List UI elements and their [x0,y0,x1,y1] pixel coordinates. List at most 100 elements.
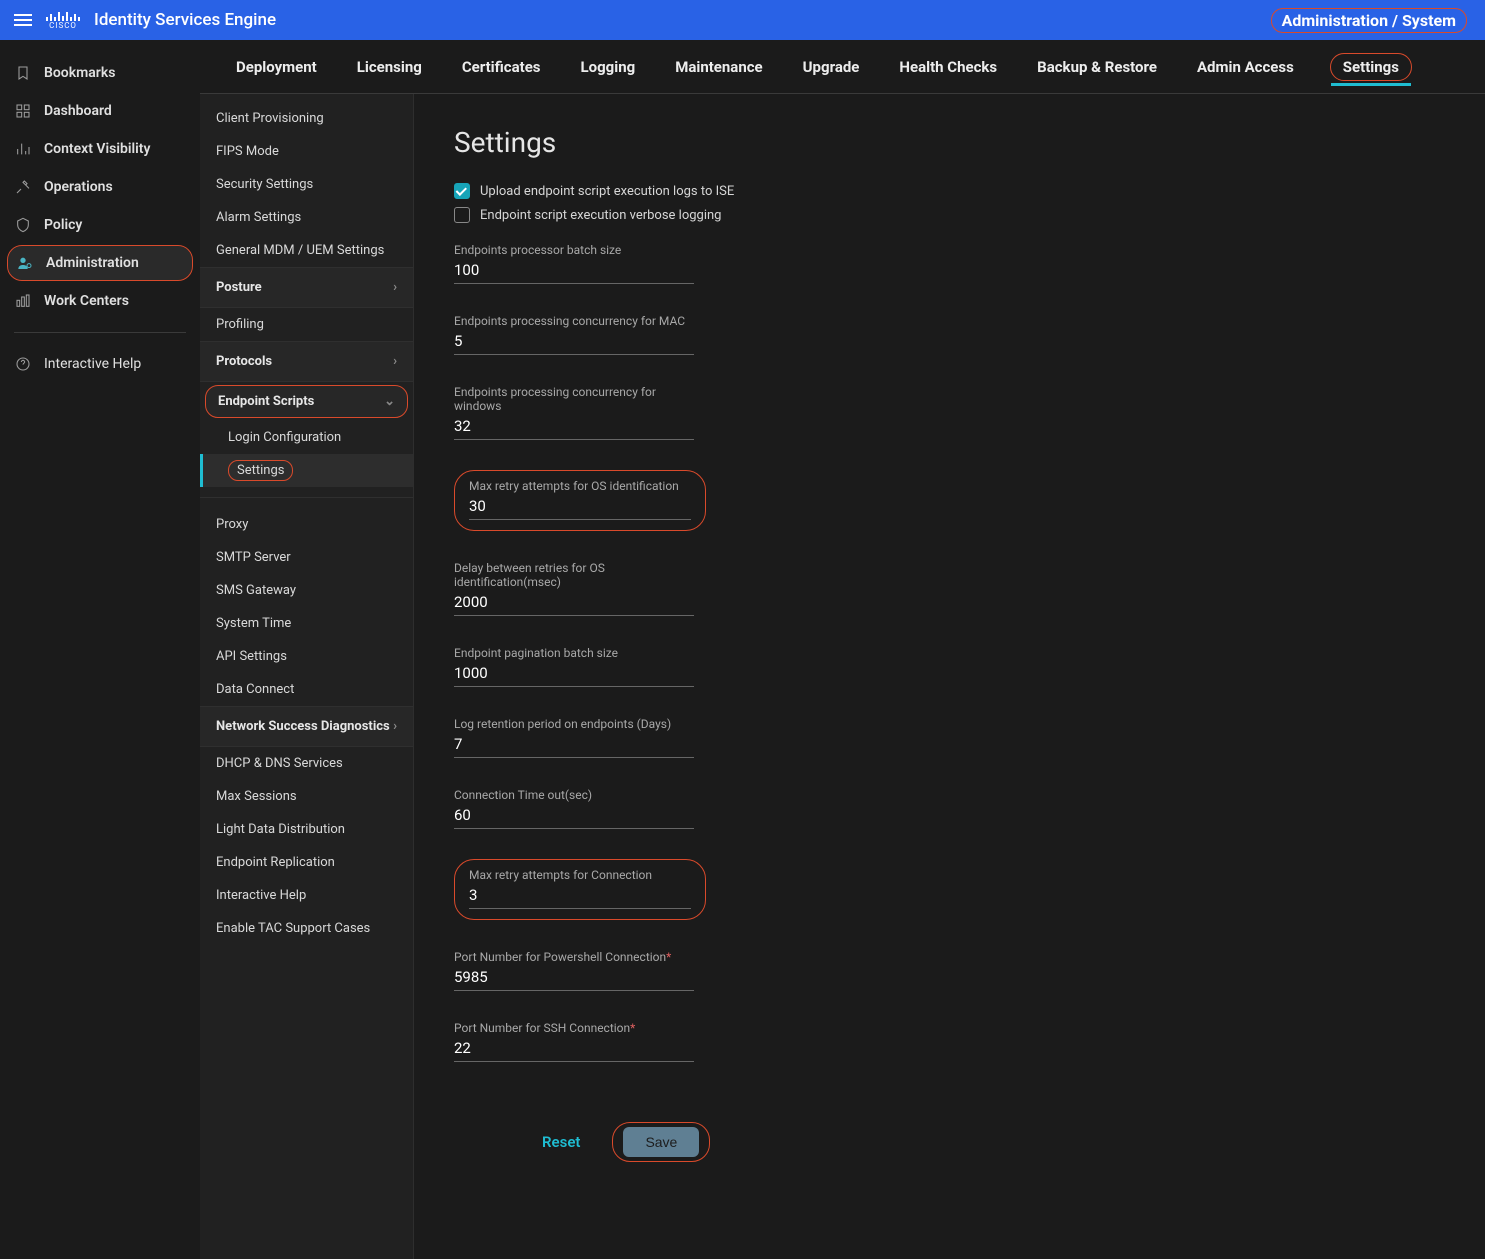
save-button[interactable]: Save [623,1127,699,1157]
field-label-text: Port Number for SSH Connection [454,1021,630,1035]
field-value[interactable]: 22 [454,1039,694,1062]
main-cols: Client Provisioning FIPS Mode Security S… [200,94,1485,1259]
field-delay-retries: Delay between retries for OS identificat… [454,561,694,616]
checkbox-verbose-logging[interactable] [454,207,470,223]
chevron-right-icon: › [393,354,397,369]
required-icon: * [630,1021,635,1035]
panel-dhcp-dns[interactable]: DHCP & DNS Services [200,747,413,780]
nav-work-centers[interactable]: Work Centers [0,282,200,320]
panel-endpoint-scripts[interactable]: Endpoint Scripts ⌄ [206,386,407,417]
panel-data-connect[interactable]: Data Connect [200,673,413,706]
panel-alarm-settings[interactable]: Alarm Settings [200,201,413,234]
help-label: Interactive Help [44,356,141,372]
checkbox-upload-logs[interactable] [454,183,470,199]
field-value[interactable]: 100 [454,261,694,284]
field-value[interactable]: 30 [469,497,691,520]
panel-light-data-dist[interactable]: Light Data Distribution [200,813,413,846]
panel-sms[interactable]: SMS Gateway [200,574,413,607]
tab-health-checks[interactable]: Health Checks [895,54,1001,80]
panel-smtp[interactable]: SMTP Server [200,541,413,574]
actions: Reset Save [454,1122,1445,1162]
panel-proxy[interactable]: Proxy [200,508,413,541]
tab-logging[interactable]: Logging [577,54,640,80]
panel-header-label: Network Success Diagnostics [216,719,390,734]
nav-administration[interactable]: Administration [8,246,192,280]
tab-settings[interactable]: Settings [1330,53,1412,81]
field-port-ssh: Port Number for SSH Connection* 22 [454,1021,694,1062]
main-content: Settings Upload endpoint script executio… [414,94,1485,1259]
field-value[interactable]: 1000 [454,664,694,687]
field-value[interactable]: 60 [454,806,694,829]
field-label: Port Number for SSH Connection* [454,1021,694,1035]
tab-backup-restore[interactable]: Backup & Restore [1033,54,1161,80]
cisco-word: CISCO [49,22,77,30]
nav-operations[interactable]: Operations [0,168,200,206]
panel-header-label: Endpoint Scripts [218,394,314,409]
operations-icon [14,178,32,196]
field-value[interactable]: 7 [454,735,694,758]
field-batch-size: Endpoints processor batch size 100 [454,243,694,284]
panel-fips-mode[interactable]: FIPS Mode [200,135,413,168]
policy-icon [14,216,32,234]
interactive-help-link[interactable]: Interactive Help [0,345,200,383]
chevron-down-icon: ⌄ [384,394,395,409]
panel-endpoint-replication[interactable]: Endpoint Replication [200,846,413,879]
tab-deployment[interactable]: Deployment [232,54,321,80]
panel-login-configuration[interactable]: Login Configuration [200,421,413,454]
field-label: Endpoints processing concurrency for win… [454,385,694,413]
panel-security-settings[interactable]: Security Settings [200,168,413,201]
panel-api-settings[interactable]: API Settings [200,640,413,673]
help-icon [14,355,32,373]
bookmark-icon [14,64,32,82]
field-value[interactable]: 3 [469,886,691,909]
panel-interactive-help-link2[interactable]: Interactive Help [200,879,413,912]
nav-label: Dashboard [44,103,112,119]
save-button-highlight: Save [612,1122,710,1162]
panel-protocols[interactable]: Protocols › [200,341,413,382]
nav-separator [14,332,186,333]
field-label: Delay between retries for OS identificat… [454,561,694,589]
nav-dashboard[interactable]: Dashboard [0,92,200,130]
reset-button[interactable]: Reset [542,1133,580,1151]
nav-label: Operations [44,179,113,195]
panel-system-time[interactable]: System Time [200,607,413,640]
settings-panel: Client Provisioning FIPS Mode Security S… [200,94,414,1259]
tab-admin-access[interactable]: Admin Access [1193,54,1298,80]
menu-icon[interactable] [14,14,32,26]
nav-context[interactable]: Context Visibility [0,130,200,168]
field-label: Endpoints processing concurrency for MAC [454,314,694,328]
body-row: Bookmarks Dashboard Context Visibility O… [0,40,1485,1259]
nav-policy[interactable]: Policy [0,206,200,244]
context-icon [14,140,32,158]
panel-network-diag[interactable]: Network Success Diagnostics › [200,706,413,747]
breadcrumb[interactable]: Administration / System [1271,8,1467,33]
panel-divider [200,497,413,498]
nav-label: Context Visibility [44,141,150,157]
panel-enable-tac[interactable]: Enable TAC Support Cases [200,912,413,945]
field-conc-win: Endpoints processing concurrency for win… [454,385,694,440]
panel-general-mdm[interactable]: General MDM / UEM Settings [200,234,413,267]
cisco-logo-icon: CISCO [46,11,80,30]
panel-posture[interactable]: Posture › [200,267,413,308]
tab-licensing[interactable]: Licensing [353,54,426,80]
panel-endpoint-scripts-settings[interactable]: Settings [200,454,413,487]
tab-certificates[interactable]: Certificates [458,54,545,80]
left-sidebar: Bookmarks Dashboard Context Visibility O… [0,40,200,1259]
tab-maintenance[interactable]: Maintenance [671,54,766,80]
chevron-right-icon: › [393,280,397,295]
field-value[interactable]: 32 [454,417,694,440]
panel-profiling[interactable]: Profiling [200,308,413,341]
panel-max-sessions[interactable]: Max Sessions [200,780,413,813]
panel-sublink-label: Settings [228,460,293,481]
field-pagination-batch: Endpoint pagination batch size 1000 [454,646,694,687]
check-row-upload: Upload endpoint script execution logs to… [454,183,1445,199]
field-value[interactable]: 5985 [454,968,694,991]
tab-upgrade[interactable]: Upgrade [799,54,864,80]
chevron-right-icon: › [393,719,397,734]
field-value[interactable]: 2000 [454,593,694,616]
panel-client-provisioning[interactable]: Client Provisioning [200,102,413,135]
field-value[interactable]: 5 [454,332,694,355]
field-label: Max retry attempts for OS identification [469,479,691,493]
topbar-left: CISCO Identity Services Engine [14,10,276,30]
nav-bookmarks[interactable]: Bookmarks [0,54,200,92]
